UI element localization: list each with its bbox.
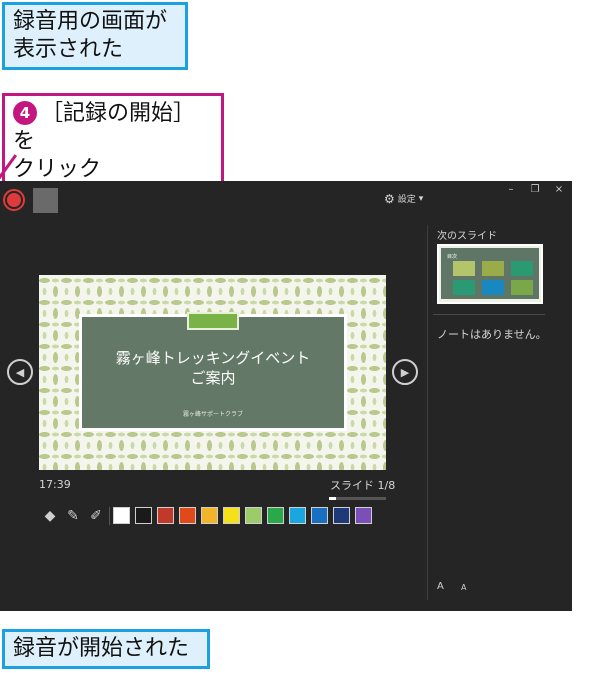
- pen-color-swatch[interactable]: [311, 507, 328, 524]
- sidebar-divider: [427, 225, 428, 600]
- pen-color-swatch[interactable]: [113, 507, 130, 524]
- next-slide-button[interactable]: ▶: [392, 359, 418, 385]
- chevron-down-icon: ▾: [418, 193, 424, 204]
- callout-line: 4 ［記録の開始］を: [13, 100, 213, 156]
- pen-color-swatch[interactable]: [135, 507, 152, 524]
- thumbnail-tile: [482, 280, 504, 295]
- callout-line: クリック: [13, 157, 102, 182]
- decrease-font-button[interactable]: A: [461, 583, 466, 592]
- restore-button[interactable]: ❐: [527, 184, 543, 195]
- pen-color-swatch[interactable]: [201, 507, 218, 524]
- highlighter-icon[interactable]: ✐: [86, 507, 106, 525]
- thumbnail-tile: [453, 280, 475, 295]
- thumbnail-tile: [511, 261, 533, 276]
- callout-recording-started: 録音が開始された: [2, 629, 210, 669]
- notes-divider: [433, 314, 545, 315]
- chevron-right-icon: ▶: [400, 365, 410, 379]
- increase-font-button[interactable]: A: [437, 581, 444, 592]
- slide-counter: スライド 1/8: [330, 479, 396, 492]
- pen-color-swatch[interactable]: [355, 507, 372, 524]
- record-icon: [7, 193, 21, 207]
- pen-color-swatch[interactable]: [333, 507, 350, 524]
- slide-progress-fill: [329, 497, 337, 500]
- pen-color-swatch[interactable]: [289, 507, 306, 524]
- record-button[interactable]: [3, 189, 25, 211]
- pen-icon[interactable]: ✎: [63, 507, 83, 525]
- slide-accent-tab: [187, 312, 239, 330]
- recording-toolbar: ⚙ 設定 ▾ – ❐ ×: [0, 181, 572, 217]
- elapsed-timer: 17:39: [39, 478, 71, 491]
- callout-line: 録音用の画面が: [13, 9, 168, 34]
- next-slide-label: 次のスライド: [437, 231, 497, 242]
- step-text: ［記録の開始］を: [13, 101, 196, 154]
- thumbnail-tile: [511, 280, 533, 295]
- slide-title-line: 霧ヶ峰トレッキングイベント: [115, 349, 311, 367]
- callout-line: 録音が開始された: [13, 636, 190, 661]
- step-number-badge: 4: [13, 101, 37, 125]
- pen-color-swatch[interactable]: [267, 507, 284, 524]
- slide-progress-bar: [329, 497, 386, 500]
- settings-label: 設定: [397, 195, 416, 205]
- callout-line: 表示された: [13, 37, 124, 62]
- chevron-left-icon: ◀: [15, 365, 25, 379]
- slide-subtitle: 霧ヶ峰サポートクラブ: [182, 411, 243, 418]
- thumbnail-tile: [482, 261, 504, 276]
- next-slide-thumbnail[interactable]: 目次: [437, 244, 543, 304]
- previous-slide-button[interactable]: ◀: [7, 359, 33, 385]
- minimize-button[interactable]: –: [503, 184, 519, 195]
- toolbar-divider: [109, 507, 110, 525]
- slide-title-line: ご案内: [190, 369, 236, 387]
- settings-menu[interactable]: ⚙ 設定 ▾: [384, 191, 424, 206]
- thumbnail-tile: [453, 261, 475, 276]
- pen-color-swatch[interactable]: [245, 507, 262, 524]
- pen-color-swatch[interactable]: [157, 507, 174, 524]
- current-slide: 霧ヶ峰トレッキングイベント ご案内 霧ヶ峰サポートクラブ: [39, 275, 386, 470]
- pen-color-swatch[interactable]: [223, 507, 240, 524]
- presenter-recording-window: ⚙ 設定 ▾ – ❐ × 霧ヶ峰トレッキングイベント ご案内 霧ヶ峰サポートクラ…: [0, 181, 572, 611]
- speaker-notes: ノートはありません。: [437, 328, 547, 341]
- thumbnail-heading: 目次: [447, 254, 458, 260]
- gear-icon: ⚙: [384, 191, 395, 206]
- callout-step-4: 4 ［記録の開始］を クリック: [2, 93, 224, 191]
- callout-screen-shown: 録音用の画面が 表示された: [2, 2, 188, 70]
- slide-title: 霧ヶ峰トレッキングイベント ご案内: [82, 348, 344, 388]
- eraser-icon[interactable]: ◆: [40, 507, 60, 525]
- stop-button[interactable]: [33, 188, 58, 213]
- close-button[interactable]: ×: [551, 184, 567, 195]
- pen-color-swatch[interactable]: [179, 507, 196, 524]
